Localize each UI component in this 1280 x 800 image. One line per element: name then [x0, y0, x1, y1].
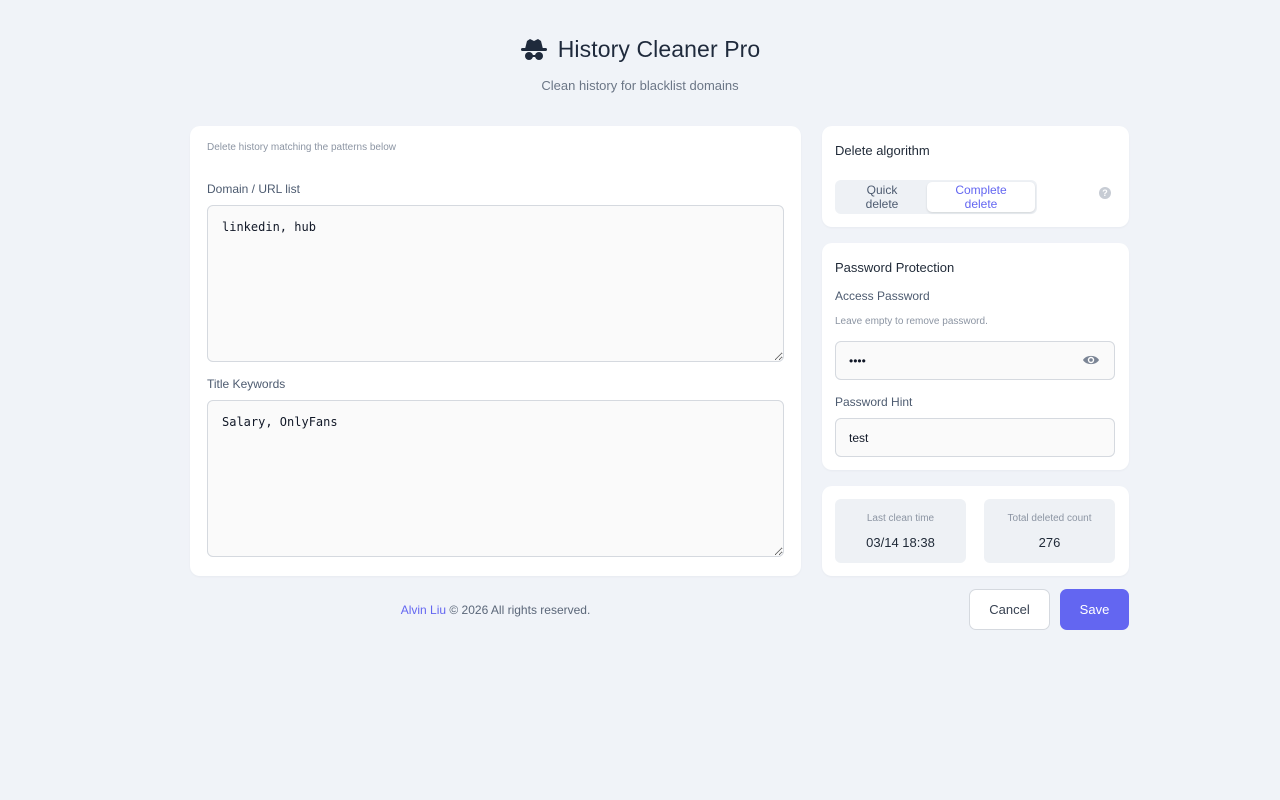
title-row: History Cleaner Pro	[0, 36, 1280, 63]
algorithm-selector: Quick delete Complete delete	[835, 180, 1037, 214]
title-keywords-label: Title Keywords	[207, 377, 286, 391]
total-deleted-value: 276	[1038, 535, 1061, 550]
password-hint-label: Password Hint	[835, 395, 913, 409]
access-password-label: Access Password	[835, 289, 930, 303]
total-deleted-label: Total deleted count	[1007, 513, 1092, 524]
app-header: History Cleaner Pro Clean history for bl…	[0, 0, 1280, 110]
password-title: Password Protection	[835, 260, 955, 275]
title-keywords-textarea[interactable]: Salary, OnlyFans	[207, 400, 784, 557]
save-button[interactable]: Save	[1060, 589, 1129, 630]
last-clean-label: Last clean time	[866, 513, 935, 524]
last-clean-value: 03/14 18:38	[866, 535, 935, 550]
author-link[interactable]: Alvin Liu	[401, 603, 446, 617]
footer: Alvin Liu © 2026 All rights reserved.	[190, 603, 801, 617]
question-icon[interactable]: ?	[1099, 187, 1111, 199]
domain-list-textarea[interactable]: linkedin, hub	[207, 205, 784, 362]
domain-list-label: Domain / URL list	[207, 182, 300, 196]
algorithm-card: Delete algorithm Quick delete Complete d…	[822, 126, 1129, 227]
password-hint-input[interactable]	[835, 418, 1115, 457]
password-card: Password Protection Access Password Leav…	[822, 243, 1129, 470]
patterns-card: Delete history matching the patterns bel…	[190, 126, 801, 576]
access-password-hint: Leave empty to remove password.	[835, 316, 988, 327]
complete-delete-option[interactable]: Complete delete	[927, 182, 1035, 212]
last-clean-stat: Last clean time 03/14 18:38	[835, 499, 966, 563]
cancel-button[interactable]: Cancel	[969, 589, 1050, 630]
total-deleted-stat: Total deleted count 276	[984, 499, 1115, 563]
app-title: History Cleaner Pro	[557, 36, 761, 62]
copyright-text: © 2026 All rights reserved.	[446, 603, 591, 617]
eye-icon[interactable]	[1082, 353, 1100, 367]
spy-hat-icon	[520, 38, 547, 60]
access-password-input[interactable]	[835, 341, 1115, 380]
patterns-hint: Delete history matching the patterns bel…	[207, 142, 396, 153]
app-subtitle: Clean history for blacklist domains	[541, 78, 739, 93]
stats-card: Last clean time 03/14 18:38 Total delete…	[822, 486, 1129, 576]
algorithm-title: Delete algorithm	[835, 143, 930, 158]
quick-delete-option[interactable]: Quick delete	[837, 182, 927, 212]
